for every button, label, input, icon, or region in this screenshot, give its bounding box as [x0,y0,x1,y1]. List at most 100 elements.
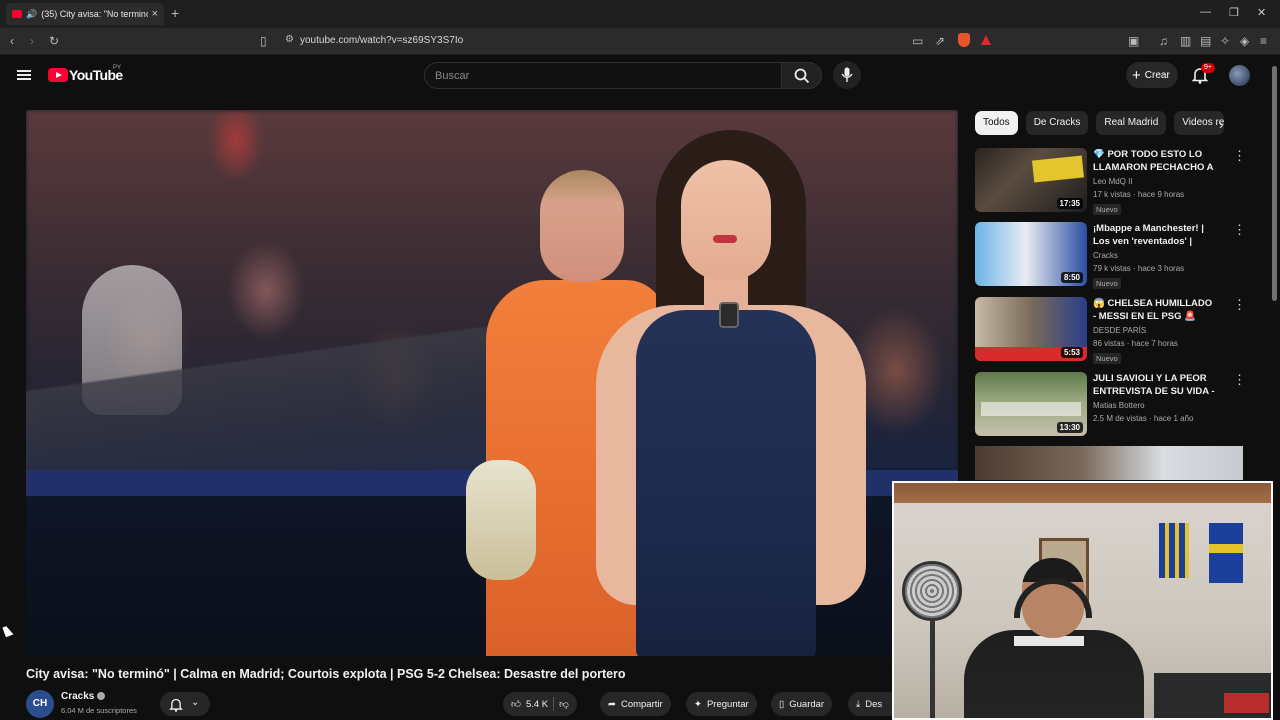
related-filter-chips: Todos De Cracks Real Madrid Videos re [975,111,1225,135]
new-badge: Nuevo [1093,204,1121,215]
guide-menu-icon[interactable] [17,70,31,80]
more-actions-icon[interactable]: ⋮ [1233,372,1246,388]
chip-videos-relacionados[interactable]: Videos re [1174,111,1225,135]
recommendation-title[interactable]: 💎 POR TODO ESTO LO LLAMARON PECHACHO A .… [1093,148,1217,174]
video-player[interactable] [26,110,958,656]
browser-tabstrip: 🔊 (35) City avisa: "No terminó" × + — ❐ … [0,0,1280,28]
search-placeholder: Buscar [435,70,470,82]
recommendation-title[interactable]: JULI SAVIOLI Y LA PEOR ENTREVISTA DE SU … [1093,372,1217,398]
chevron-down-icon: ⌄ [191,697,200,708]
more-actions-icon[interactable]: ⋮ [1233,297,1246,313]
verified-icon [97,692,105,700]
download-button[interactable]: ⤓ Des [848,692,892,716]
ask-label: Preguntar [706,698,749,710]
search-button[interactable] [781,62,822,89]
video-thumbnail[interactable] [975,446,1243,480]
like-button[interactable]: 👍︎ 5.4 K [511,698,549,711]
recommendation-title[interactable]: ¡Mbappe a Manchester! | Los ven 'reventa… [1093,222,1217,248]
chip-de-cracks[interactable]: De Cracks [1025,111,1089,135]
recommendation-title[interactable]: 😱 CHELSEA HUMILLADO - MESSI EN EL PSG 🚨 [1093,297,1217,323]
maximize-button[interactable]: ❐ [1229,6,1239,19]
more-actions-icon[interactable]: ⋮ [1233,148,1246,164]
reload-icon[interactable]: ↻ [49,34,59,48]
page-scrollbar-thumb[interactable] [1272,66,1277,301]
video-duration: 13:30 [1056,422,1083,433]
save-button[interactable]: ▯ Guardar [771,692,833,716]
browser-tab[interactable]: 🔊 (35) City avisa: "No terminó" × [6,3,164,25]
bookmark-icon[interactable]: ▯ [260,34,267,48]
video-title: City avisa: "No terminó" | Calma en Madr… [26,667,626,681]
recommendation-channel[interactable]: Cracks [1093,251,1118,260]
wallet-icon[interactable]: ▤ [1200,34,1211,48]
webcam-overlay [892,481,1273,720]
thumbs-up-icon: 👍︎ [511,699,521,710]
address-bar[interactable]: youtube.com/watch?v=sz69SY3S7Io [300,35,463,46]
search-icon [794,68,810,84]
tab-title: (35) City avisa: "No terminó" [41,9,148,19]
new-tab-button[interactable]: + [171,5,179,21]
recommendation-item[interactable]: 17:35 💎 POR TODO ESTO LO LLAMARON PECHAC… [975,148,1270,216]
ai-icon[interactable]: ✧ [1220,34,1230,48]
share-icon: ➦ [608,698,616,710]
recommendation-meta: 86 vistas · hace 7 horas [1093,339,1178,348]
close-tab-icon[interactable]: × [152,8,158,20]
forward-icon[interactable]: › [30,34,34,48]
chip-todos[interactable]: Todos [975,111,1018,135]
sparkle-icon: ✦ [694,698,702,710]
voice-search-button[interactable] [833,61,861,89]
create-button[interactable]: + Crear [1126,62,1178,88]
video-thumbnail[interactable]: 8:50 [975,222,1087,286]
video-thumbnail[interactable]: 5:53 [975,297,1087,361]
youtube-masthead: YouTube PY Buscar + Crear 9+ [0,56,1280,96]
back-icon[interactable]: ‹ [10,34,14,48]
close-window-button[interactable]: ✕ [1257,6,1266,19]
subscription-bell-button[interactable]: ⌄ [160,692,210,716]
chevron-right-icon[interactable]: › [1219,116,1224,132]
recommendation-item[interactable]: 13:30 JULI SAVIOLI Y LA PEOR ENTREVISTA … [975,372,1270,440]
share-label: Compartir [620,698,663,710]
mouse-cursor-icon [2,624,14,638]
video-duration: 5:53 [1060,347,1083,358]
rewards-icon[interactable] [981,35,991,45]
save-label: Guardar [789,698,825,710]
like-dislike-group: 👍︎ 5.4 K 👎︎ [503,692,577,716]
menu-icon[interactable]: ≡ [1260,34,1267,48]
recommendation-item[interactable]: 8:50 ¡Mbappe a Manchester! | Los ven 're… [975,222,1270,290]
recommendation-meta: 17 k vistas · hace 9 horas [1093,190,1185,199]
vpn-icon[interactable]: ◈ [1240,34,1249,48]
site-settings-icon[interactable]: ⚙ [285,34,294,45]
account-avatar[interactable] [1229,65,1250,86]
search-input[interactable]: Buscar [424,62,782,89]
share-page-icon[interactable]: ⇗ [935,34,945,48]
speaker-icon[interactable]: 🔊 [26,9,37,20]
recommendation-meta: 2.5 M de vistas · hace 1 año [1093,414,1194,423]
brave-shield-icon[interactable] [958,33,970,47]
video-thumbnail[interactable]: 13:30 [975,372,1087,436]
media-icon[interactable]: ♫ [1159,34,1168,48]
tab-search-icon[interactable]: ▣ [1128,34,1139,48]
thumbs-down-icon: 👎︎ [559,699,569,710]
like-divider [553,697,555,711]
youtube-logo-icon[interactable] [48,68,68,82]
channel-avatar[interactable]: CH [26,690,54,718]
cast-icon[interactable]: ▭ [912,34,923,48]
recommendation-channel[interactable]: Leo MdQ II [1093,177,1133,186]
sidebar-icon[interactable]: ▥ [1180,34,1191,48]
video-frame-presenter [596,130,886,656]
minimize-button[interactable]: — [1200,6,1211,18]
create-label: Crear [1144,69,1170,81]
recommendation-meta: 79 k vistas · hace 3 horas [1093,264,1185,273]
chip-real-madrid[interactable]: Real Madrid [1096,111,1167,135]
more-actions-icon[interactable]: ⋮ [1233,222,1246,238]
recommendation-channel[interactable]: DESDE PARÍS [1093,326,1146,335]
fan-icon [902,561,962,621]
channel-name[interactable]: Cracks [61,691,94,702]
dislike-button[interactable]: 👎︎ [559,698,569,710]
like-count: 5.4 K [525,698,549,710]
video-thumbnail[interactable]: 17:35 [975,148,1087,212]
download-icon: ⤓ [856,698,861,710]
ask-button[interactable]: ✦ Preguntar [686,692,757,716]
recommendation-channel[interactable]: Matias Bottero [1093,401,1145,410]
share-button[interactable]: ➦ Compartir [600,692,671,716]
recommendation-item[interactable]: 5:53 😱 CHELSEA HUMILLADO - MESSI EN EL P… [975,297,1270,365]
